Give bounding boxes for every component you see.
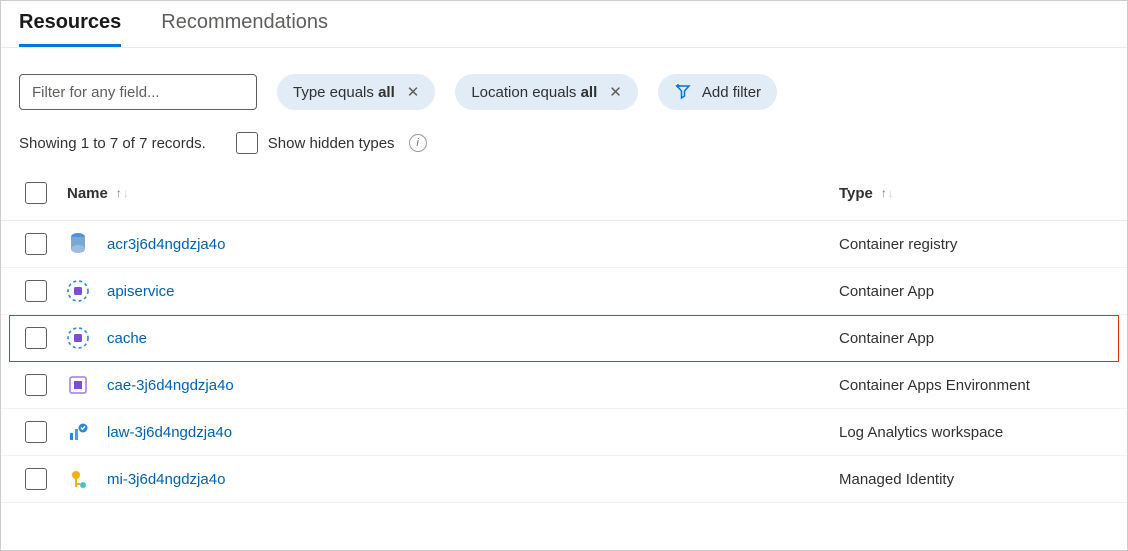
resource-link[interactable]: cache <box>107 330 147 347</box>
filter-add-icon <box>674 83 694 101</box>
filter-row: Type equals all ✕ Location equals all ✕ … <box>1 48 1127 110</box>
resource-icon <box>67 468 89 490</box>
row-checkbox[interactable] <box>25 280 47 302</box>
table-row: law-3j6d4ngdzja4o Log Analytics workspace <box>1 409 1127 456</box>
resource-link[interactable]: cae-3j6d4ngdzja4o <box>107 377 234 394</box>
tab-resources[interactable]: Resources <box>19 11 121 47</box>
resource-icon <box>67 280 89 302</box>
resource-icon <box>67 374 89 396</box>
row-checkbox[interactable] <box>25 421 47 443</box>
table-row: cache Container App <box>9 315 1119 362</box>
resource-type: Log Analytics workspace <box>839 424 1103 441</box>
resource-type: Container Apps Environment <box>839 377 1103 394</box>
select-all-checkbox[interactable] <box>25 182 47 204</box>
column-header-type[interactable]: Type ↑↓ <box>839 185 1103 202</box>
resource-link[interactable]: law-3j6d4ngdzja4o <box>107 424 232 441</box>
row-checkbox[interactable] <box>25 233 47 255</box>
filter-pill-location[interactable]: Location equals all ✕ <box>455 74 638 110</box>
row-checkbox[interactable] <box>25 468 47 490</box>
sort-icon: ↑↓ <box>881 189 894 197</box>
filter-pill-type[interactable]: Type equals all ✕ <box>277 74 435 110</box>
tabs: Resources Recommendations <box>1 1 1127 48</box>
row-checkbox[interactable] <box>25 327 47 349</box>
resource-type: Managed Identity <box>839 471 1103 488</box>
resource-icon <box>67 421 89 443</box>
resource-link[interactable]: apiservice <box>107 283 175 300</box>
table-row: mi-3j6d4ngdzja4o Managed Identity <box>1 456 1127 503</box>
resource-link[interactable]: acr3j6d4ngdzja4o <box>107 236 225 253</box>
filter-pill-location-label: Location equals all <box>471 84 597 101</box>
resource-icon <box>67 327 89 349</box>
resource-type: Container App <box>839 283 1103 300</box>
show-hidden-label: Show hidden types <box>268 135 395 152</box>
table-body: acr3j6d4ngdzja4o Container registry apiser… <box>1 221 1127 503</box>
column-header-name[interactable]: Name ↑↓ <box>67 185 839 202</box>
add-filter-label: Add filter <box>702 84 761 101</box>
resource-icon <box>67 233 89 255</box>
row-checkbox[interactable] <box>25 374 47 396</box>
resource-type: Container App <box>839 330 1103 347</box>
status-row: Showing 1 to 7 of 7 records. Show hidden… <box>1 110 1127 166</box>
filter-pill-type-label: Type equals all <box>293 84 395 101</box>
sort-icon: ↑↓ <box>116 189 129 197</box>
show-hidden-checkbox[interactable] <box>236 132 258 154</box>
close-icon[interactable]: ✕ <box>403 83 420 101</box>
tab-recommendations[interactable]: Recommendations <box>161 11 328 47</box>
resource-type: Container registry <box>839 236 1103 253</box>
table-row: cae-3j6d4ngdzja4o Container Apps Environm… <box>1 362 1127 409</box>
add-filter-button[interactable]: Add filter <box>658 74 777 110</box>
close-icon[interactable]: ✕ <box>605 83 622 101</box>
info-icon[interactable]: i <box>409 134 427 152</box>
records-summary: Showing 1 to 7 of 7 records. <box>19 135 206 152</box>
table-header: Name ↑↓ Type ↑↓ <box>1 166 1127 221</box>
filter-input[interactable] <box>19 74 257 110</box>
table-row: apiservice Container App <box>1 268 1127 315</box>
table-row: acr3j6d4ngdzja4o Container registry <box>1 221 1127 268</box>
resource-link[interactable]: mi-3j6d4ngdzja4o <box>107 471 225 488</box>
